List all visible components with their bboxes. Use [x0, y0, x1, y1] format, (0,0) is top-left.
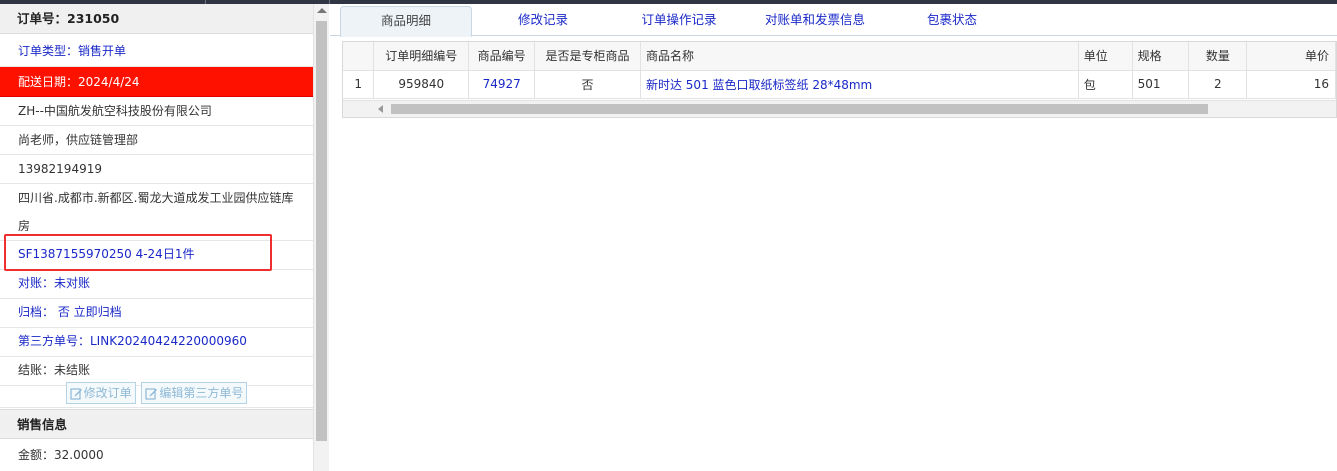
order-action-buttons: 修改订单 编辑第三方单号 — [0, 378, 313, 408]
detail-id-cell: 959840 — [373, 70, 470, 99]
col-unit-price[interactable]: 单价 — [1246, 42, 1336, 71]
sales-info-header: 销售信息 — [0, 409, 313, 439]
customer-phone: 13982194919 — [0, 155, 313, 184]
col-unit[interactable]: 单位 — [1078, 42, 1133, 71]
col-index — [343, 42, 375, 71]
third-party-order-number: 第三方单号：LINK20240424220000960 — [0, 328, 313, 357]
left-panel-scrollbar[interactable] — [313, 4, 329, 471]
detail-tabs: 商品明细 修改记录 订单操作记录 对账单和发票信息 包裹状态 — [330, 4, 1337, 37]
spec-cell: 501 — [1132, 70, 1190, 99]
edit-icon — [145, 388, 158, 400]
delivery-address: 四川省.成都市.新都区.蜀龙大道成发工业园供应链库房 — [0, 184, 313, 241]
edit-third-party-label: 编辑第三方单号 — [159, 386, 244, 400]
tab-statement-invoice[interactable]: 对账单和发票信息 — [744, 6, 886, 36]
tracking-number[interactable]: SF1387155970250 4-24日1件 — [0, 241, 313, 270]
is-counter-cell: 否 — [534, 70, 641, 99]
edit-icon — [69, 388, 82, 400]
order-type: 订单类型：销售开单 — [0, 35, 313, 67]
unit-cell: 包 — [1078, 70, 1133, 99]
tab-operation-log[interactable]: 订单操作记录 — [614, 6, 744, 36]
edit-order-label: 修改订单 — [83, 386, 132, 400]
order-info-panel: 订单号：231050 订单类型：销售开单 配送日期：2024/4/24 ZH--… — [0, 4, 329, 471]
detail-panel: 商品明细 修改记录 订单操作记录 对账单和发票信息 包裹状态 订单明细编号 商品… — [330, 4, 1337, 471]
col-detail-id[interactable]: 订单明细编号 — [373, 42, 470, 71]
tab-package-status[interactable]: 包裹状态 — [886, 6, 1018, 36]
col-quantity[interactable]: 数量 — [1188, 42, 1248, 71]
table-header-row: 订单明细编号 商品编号 是否是专柜商品 商品名称 单位 规格 数量 单价 — [343, 42, 1336, 71]
scrollbar-thumb[interactable] — [391, 104, 1208, 114]
row-index: 1 — [343, 70, 375, 99]
product-grid: 订单明细编号 商品编号 是否是专柜商品 商品名称 单位 规格 数量 单价 1 9… — [342, 41, 1337, 118]
order-number-header: 订单号：231050 — [0, 4, 313, 34]
customer-company: ZH--中国航发航空科技股份有限公司 — [0, 97, 313, 126]
product-table: 订单明细编号 商品编号 是否是专柜商品 商品名称 单位 规格 数量 单价 1 9… — [343, 42, 1336, 99]
edit-third-party-button[interactable]: 编辑第三方单号 — [141, 382, 248, 404]
col-is-counter[interactable]: 是否是专柜商品 — [534, 42, 641, 71]
reconcile-status: 对账：未对账 — [0, 270, 313, 299]
grid-horizontal-scrollbar[interactable] — [343, 100, 1336, 117]
tab-product-detail[interactable]: 商品明细 — [340, 6, 472, 37]
archive-status[interactable]: 归档： 否 立即归档 — [0, 299, 313, 328]
product-name-link[interactable]: 新时达 501 蓝色口取纸标签纸 28*48mm — [640, 70, 1079, 99]
product-id-link[interactable]: 74927 — [468, 70, 536, 99]
scrollbar-thumb[interactable] — [316, 21, 327, 441]
scroll-left-icon[interactable] — [378, 105, 383, 113]
tab-change-log[interactable]: 修改记录 — [472, 6, 614, 36]
unit-price-cell: 16 — [1246, 70, 1336, 99]
col-spec[interactable]: 规格 — [1132, 42, 1190, 71]
sales-amount: 金额：32.0000 — [18, 448, 104, 462]
scroll-up-icon[interactable] — [317, 8, 327, 13]
col-product-name[interactable]: 商品名称 — [640, 42, 1079, 71]
edit-order-button[interactable]: 修改订单 — [65, 382, 136, 404]
quantity-cell: 2 — [1188, 70, 1248, 99]
customer-contact: 尚老师，供应链管理部 — [0, 126, 313, 155]
delivery-date: 配送日期：2024/4/24 — [0, 67, 313, 97]
table-row[interactable]: 1 959840 74927 否 新时达 501 蓝色口取纸标签纸 28*48m… — [343, 70, 1336, 99]
col-product-id[interactable]: 商品编号 — [468, 42, 536, 71]
